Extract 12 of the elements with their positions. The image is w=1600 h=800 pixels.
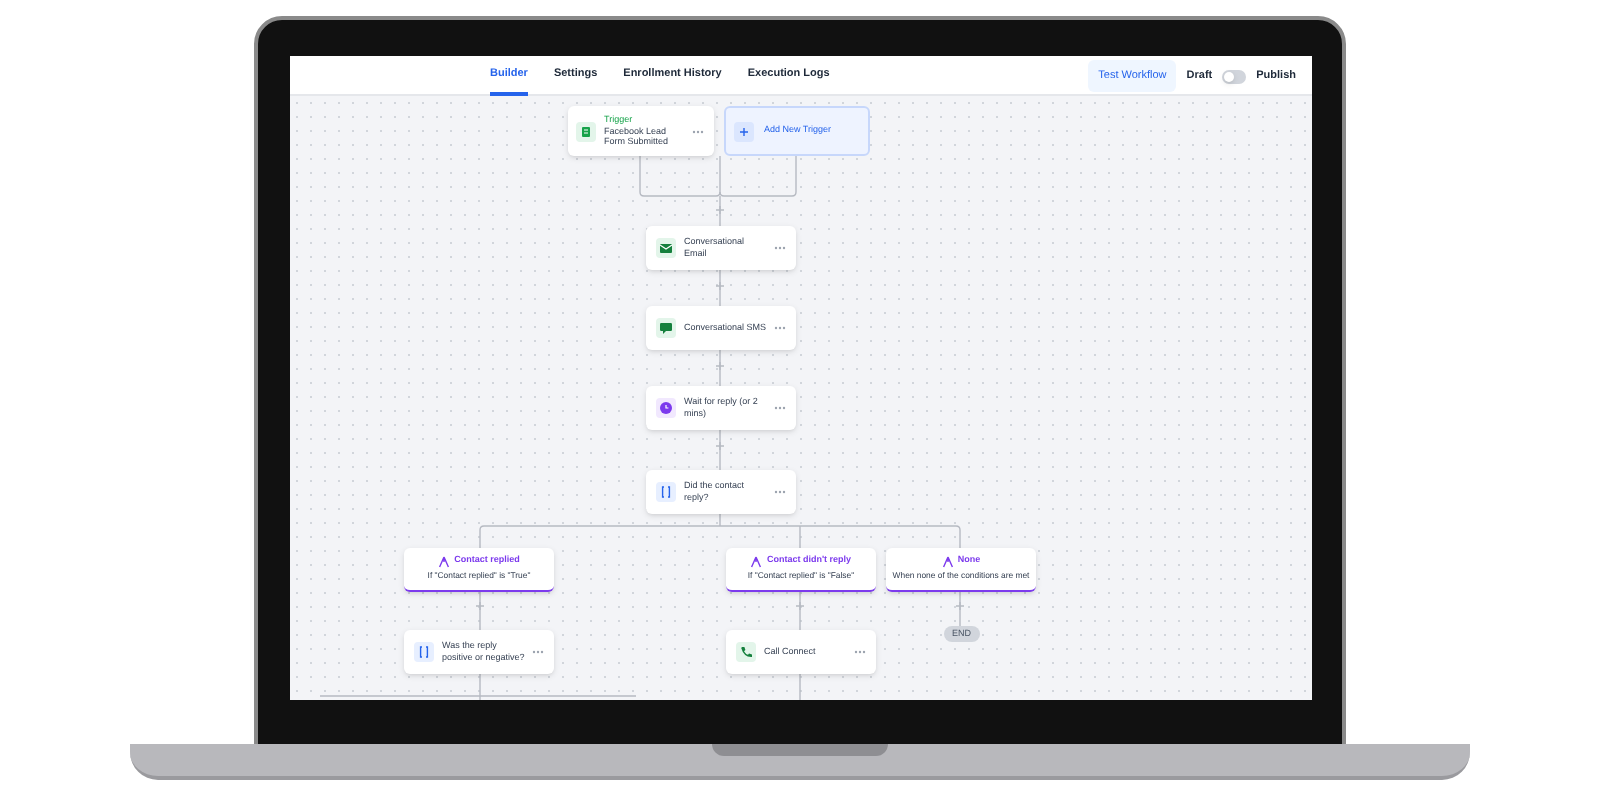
brackets-icon	[656, 482, 676, 502]
plus-icon	[734, 121, 754, 141]
brackets-icon	[414, 642, 434, 662]
form-icon	[576, 121, 596, 141]
phone-icon	[736, 642, 756, 662]
envelope-icon	[656, 238, 676, 258]
clock-icon	[656, 398, 676, 418]
branch-icon	[941, 555, 954, 568]
branch-icon	[438, 555, 451, 568]
chat-bubble-icon	[656, 318, 676, 338]
branch-icon	[750, 555, 763, 568]
publish-toggle[interactable]	[1222, 69, 1247, 83]
